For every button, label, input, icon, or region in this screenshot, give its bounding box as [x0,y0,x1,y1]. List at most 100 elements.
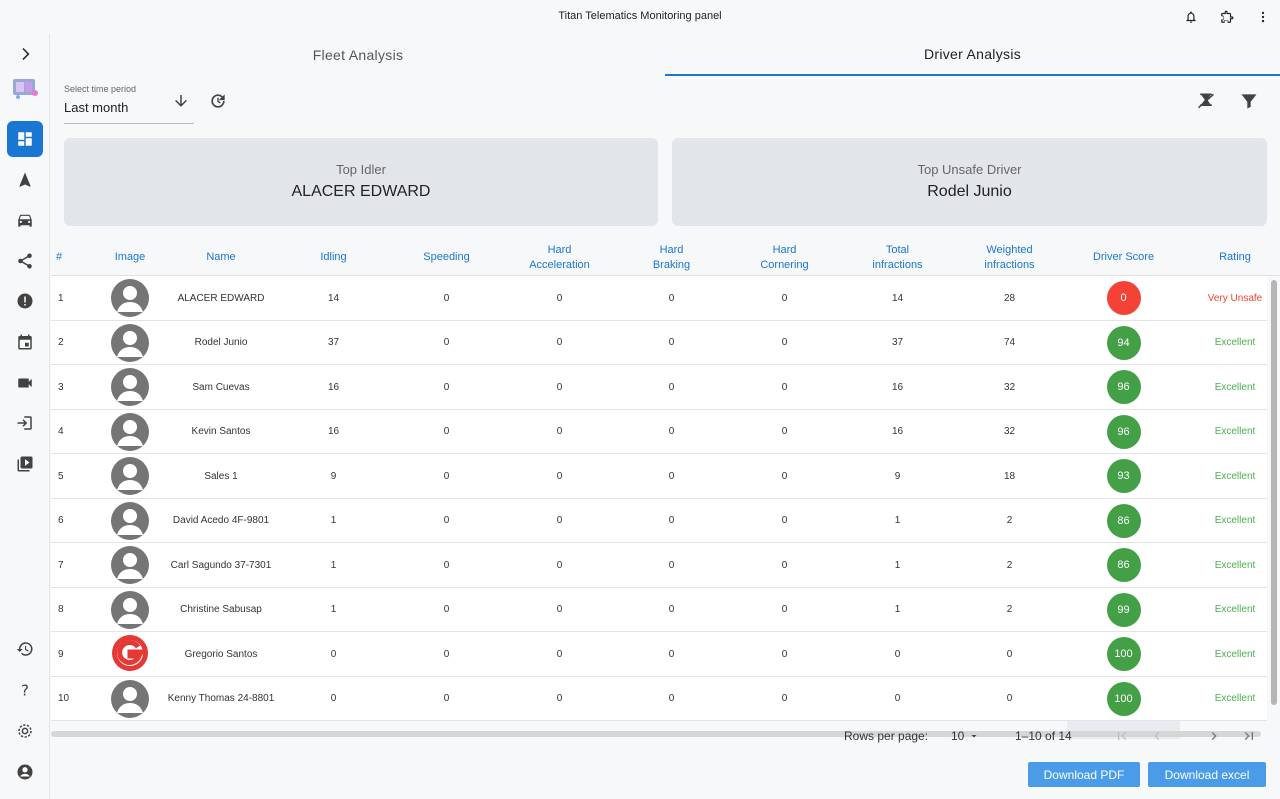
cell-name: Christine Sabusap [180,604,262,615]
cell-name: Kevin Santos [191,426,251,437]
tab-driver-analysis[interactable]: Driver Analysis [665,34,1280,76]
header-index[interactable]: # [51,239,71,276]
header-total-infractions[interactable]: Total infractions [855,239,940,276]
table-row[interactable]: 10 Kenny Thomas 24-8801 0 0 0 0 0 0 0 100 Excellen… [51,676,1267,721]
refresh-icon[interactable] [208,91,228,116]
table-row[interactable]: 5 Sales 1 9 0 0 0 0 9 18 93 Excellent [51,454,1267,499]
rating-cell: Excellent [1179,454,1280,498]
cell-n: 1 [58,292,64,304]
rating-cell: Excellent [1179,543,1280,587]
cell-idling: 1 [330,604,337,615]
cell-cornering: 0 [781,604,788,615]
cell-n: 4 [58,426,64,437]
header-driver-score[interactable]: Driver Score [1067,239,1180,276]
next-page-icon[interactable] [1206,724,1222,748]
avatar-icon [111,457,149,495]
table-row[interactable]: 2 Rodel Junio 37 0 0 0 0 37 74 94 Excellent [51,320,1267,365]
rating-cell: Excellent [1179,410,1280,454]
extension-icon[interactable] [1218,8,1236,26]
history-icon[interactable] [7,631,43,667]
prev-page-icon[interactable] [1149,724,1165,748]
cell-speeding: 0 [443,648,450,660]
first-page-icon[interactable] [1114,724,1130,748]
cell-cornering: 0 [781,292,788,304]
car-icon[interactable] [7,202,43,238]
table-row[interactable]: 1 ALACER EDWARD 14 0 0 0 0 14 28 0 Very Unsafe [51,276,1267,321]
playlist-play-icon[interactable] [7,446,43,482]
table-row[interactable]: 3 Sam Cuevas 16 0 0 0 0 16 32 96 Excellent [51,365,1267,410]
table-row[interactable]: 7 Carl Sagundo 37-7301 1 0 0 0 0 1 2 86 Excellent [51,543,1267,588]
driver-score-badge: 86 [1106,503,1141,538]
rating-cell: Excellent [1179,321,1280,365]
driver-score-badge: 100 [1106,637,1141,671]
login-icon[interactable] [7,405,43,441]
share-icon[interactable] [7,243,43,279]
bell-icon[interactable] [1182,8,1200,26]
cell-speeding: 0 [443,559,450,571]
settings-icon[interactable] [7,713,43,749]
table-row[interactable]: 4 Kevin Santos 16 0 0 0 0 16 32 96 Excellent [51,409,1267,454]
time-period-value: Last month [64,100,129,115]
account-icon[interactable] [7,754,43,790]
cell-braking: 0 [668,559,675,571]
cell-n: 5 [58,470,64,482]
cell-idling: 16 [327,381,340,393]
arrow-down-icon[interactable] [172,92,190,115]
avatar-icon [111,590,149,629]
header-speeding[interactable]: Speeding [404,239,489,276]
header-rating[interactable]: Rating [1179,239,1280,276]
horizontal-scrollbar[interactable] [51,731,1261,737]
navigation-icon[interactable] [7,162,43,198]
cell-total: 0 [894,648,901,660]
driver-score-cell: 96 [1067,365,1180,409]
cell-n: 8 [58,604,64,615]
help-icon[interactable]: ? [7,672,43,708]
table-row[interactable]: 9 Gregorio Santos 0 0 0 0 0 0 0 100 Excellent [51,632,1267,677]
rating-cell: Excellent [1179,499,1280,543]
avatar-icon [111,279,149,317]
cell-speeding: 0 [443,292,450,304]
driver-score-badge: 96 [1106,370,1141,404]
calendar-icon[interactable] [7,324,43,360]
rows-per-page-select[interactable]: 10 [951,724,980,748]
cell-speeding: 0 [443,604,450,615]
filter-icon[interactable] [1239,91,1259,116]
cell-cornering: 0 [781,381,788,393]
header-idling[interactable]: Idling [291,239,376,276]
cell-speeding: 0 [443,337,450,348]
driver-score-badge: 0 [1106,281,1141,315]
cell-total: 16 [891,426,904,437]
vertical-scrollbar[interactable] [1270,276,1278,739]
main-content: Fleet Analysis Driver Analysis Select ti… [51,34,1280,799]
rating-text: Excellent [1214,381,1256,393]
cell-speeding: 0 [443,381,450,393]
table-row[interactable]: 8 Christine Sabusap 1 0 0 0 0 1 2 99 Excellent [51,587,1267,632]
cell-idling: 1 [330,515,337,526]
download-excel-button[interactable]: Download excel [1148,762,1266,787]
tab-fleet-analysis[interactable]: Fleet Analysis [51,34,665,76]
download-pdf-button[interactable]: Download PDF [1028,762,1140,787]
more-vert-icon[interactable] [1254,8,1272,26]
cell-braking: 0 [668,604,675,615]
header-hard-braking[interactable]: Hard Braking [629,239,714,276]
time-period-label: Select time period [64,84,137,94]
video-camera-icon[interactable] [7,365,43,401]
cell-idling: 9 [330,470,337,482]
driver-score-cell: 100 [1067,677,1180,721]
table-row[interactable]: 6 David Acedo 4F-9801 1 0 0 0 0 1 2 86 Excellent [51,498,1267,543]
header-name[interactable]: Name [166,239,276,276]
cell-idling: 1 [330,559,337,571]
driver-score-cell: 96 [1067,410,1180,454]
last-page-icon[interactable] [1241,724,1257,748]
header-hard-cornering[interactable]: Hard Cornering [742,239,827,276]
alert-icon[interactable] [7,283,43,319]
header-hard-acceleration[interactable]: Hard Acceleration [517,239,602,276]
hourglass-icon[interactable] [1196,91,1216,116]
rating-text: Excellent [1214,648,1256,660]
cell-braking: 0 [668,470,675,482]
cell-name: Rodel Junio [194,337,248,348]
header-weighted-infractions[interactable]: Weighted infractions [967,239,1052,276]
chevron-right-icon[interactable] [7,36,43,72]
dashboard-icon[interactable] [7,121,43,157]
cell-braking: 0 [668,515,675,526]
